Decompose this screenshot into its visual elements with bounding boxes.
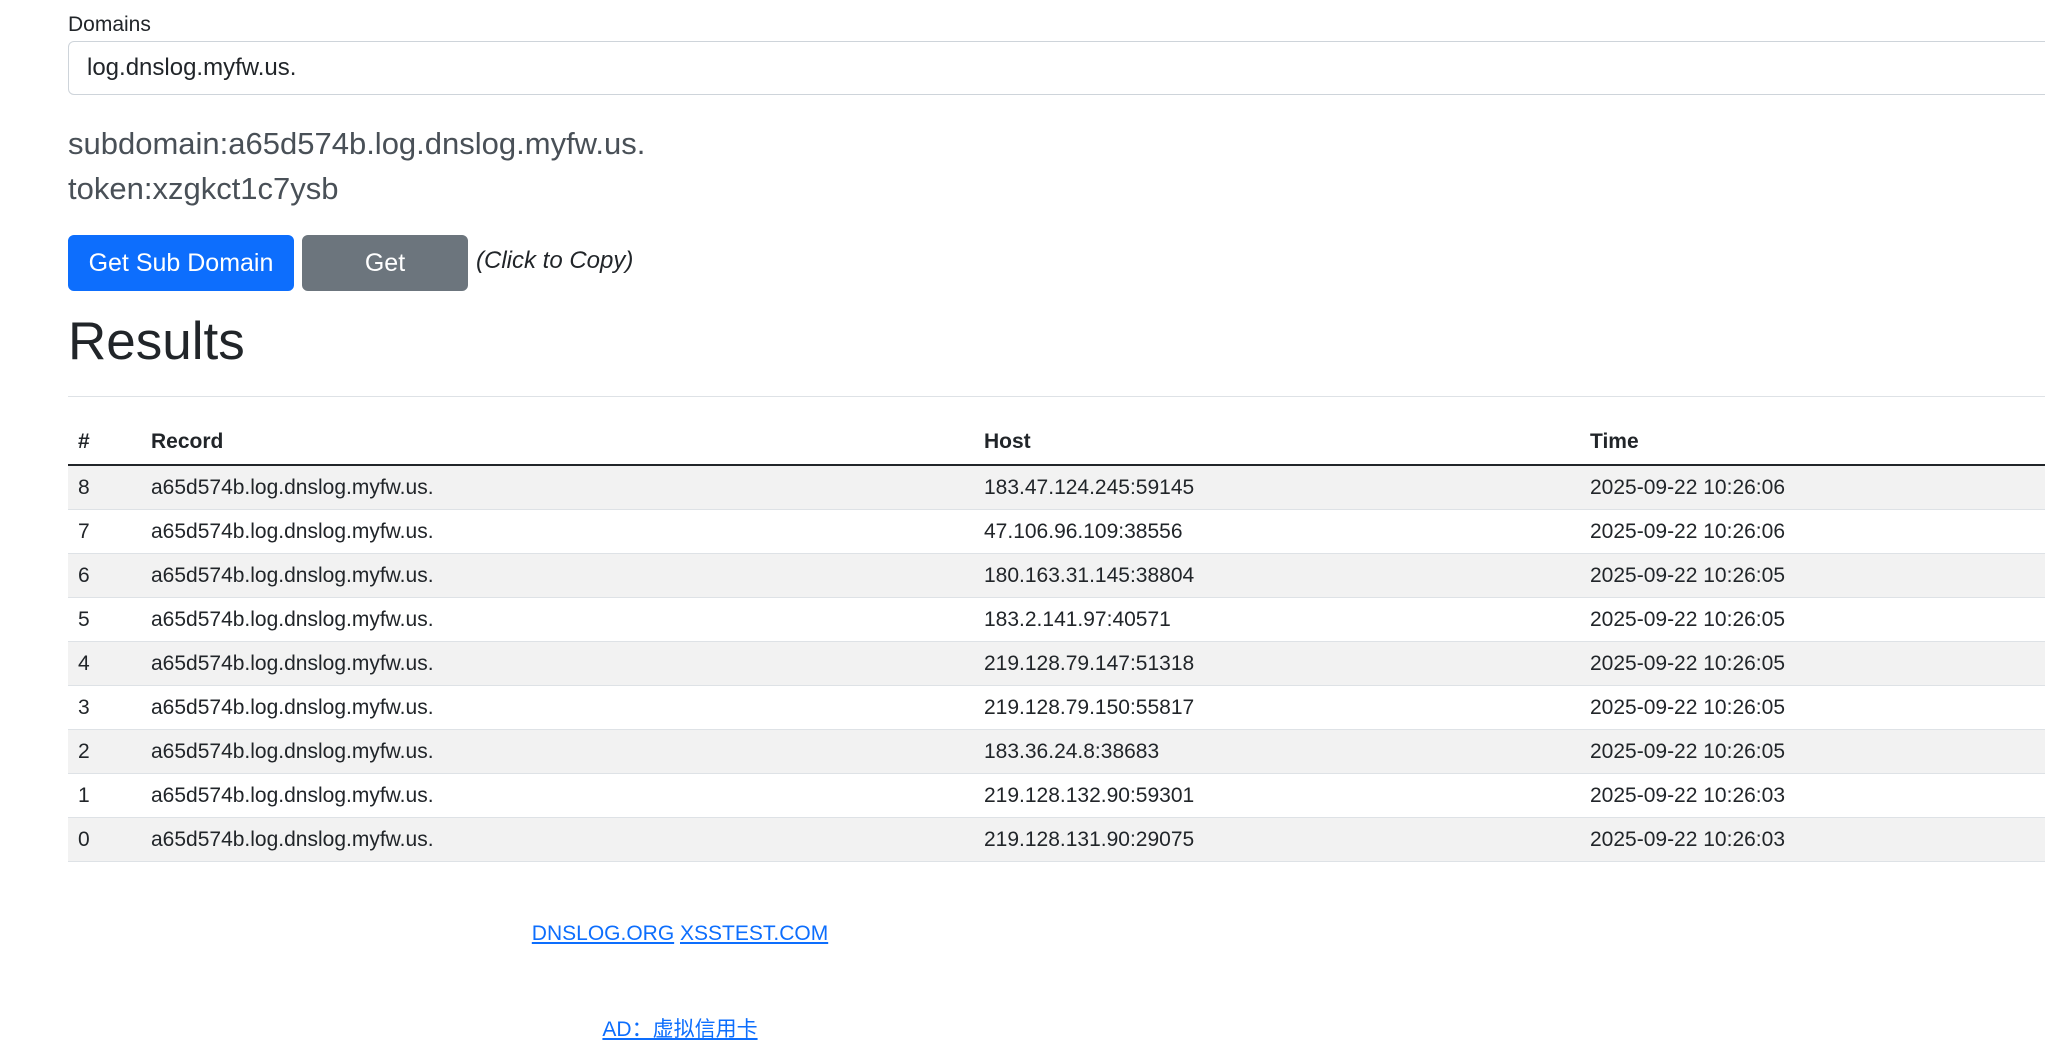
column-header-time: Time <box>1580 420 2045 466</box>
cell-host: 219.128.79.147:51318 <box>974 641 1580 686</box>
cell-host: 183.2.141.97:40571 <box>974 597 1580 642</box>
results-title: Results <box>68 312 245 371</box>
table-row: 0 a65d574b.log.dnslog.myfw.us. 219.128.131… <box>68 817 2045 862</box>
cell-time: 2025-09-22 10:26:05 <box>1580 641 2045 686</box>
table-row: 6 a65d574b.log.dnslog.myfw.us. 180.163.31.… <box>68 553 2045 598</box>
cell-record: a65d574b.log.dnslog.myfw.us. <box>141 597 974 642</box>
cell-host: 219.128.132.90:59301 <box>974 773 1580 818</box>
cell-host: 183.36.24.8:38683 <box>974 729 1580 774</box>
cell-time: 2025-09-22 10:26:06 <box>1580 509 2045 554</box>
cell-index: 0 <box>68 817 141 862</box>
cell-record: a65d574b.log.dnslog.myfw.us. <box>141 685 974 730</box>
copy-hint: (Click to Copy) <box>476 247 634 274</box>
column-header-host: Host <box>974 420 1580 466</box>
get-sub-domain-button[interactable]: Get Sub Domain <box>68 235 294 291</box>
table-row: 7 a65d574b.log.dnslog.myfw.us. 47.106.96.1… <box>68 509 2045 554</box>
cell-index: 6 <box>68 553 141 598</box>
cell-index: 7 <box>68 509 141 554</box>
ad-link[interactable]: AD：虚拟信用卡 <box>602 1018 757 1041</box>
results-body: 8 a65d574b.log.dnslog.myfw.us. 183.47.124.… <box>68 465 2045 862</box>
divider <box>68 396 2045 397</box>
table-row: 1 a65d574b.log.dnslog.myfw.us. 219.128.132… <box>68 773 2045 818</box>
cell-time: 2025-09-22 10:26:03 <box>1580 773 2045 818</box>
cell-host: 219.128.79.150:55817 <box>974 685 1580 730</box>
cell-record: a65d574b.log.dnslog.myfw.us. <box>141 509 974 554</box>
cell-index: 5 <box>68 597 141 642</box>
cell-index: 2 <box>68 729 141 774</box>
domains-input[interactable] <box>68 41 2045 95</box>
results-table: # Record Host Time 8 a65d574b.log.dnslog.… <box>68 420 2045 862</box>
table-row: 5 a65d574b.log.dnslog.myfw.us. 183.2.141.9… <box>68 597 2045 642</box>
table-row: 4 a65d574b.log.dnslog.myfw.us. 219.128.79.… <box>68 641 2045 686</box>
table-row: 8 a65d574b.log.dnslog.myfw.us. 183.47.124.… <box>68 465 2045 510</box>
cell-index: 1 <box>68 773 141 818</box>
subdomain-text[interactable]: subdomain:a65d574b.log.dnslog.myfw.us. <box>68 124 645 164</box>
cell-record: a65d574b.log.dnslog.myfw.us. <box>141 729 974 774</box>
cell-host: 47.106.96.109:38556 <box>974 509 1580 554</box>
cell-time: 2025-09-22 10:26:05 <box>1580 729 2045 774</box>
table-row: 2 a65d574b.log.dnslog.myfw.us. 183.36.24.8… <box>68 729 2045 774</box>
get-results-button[interactable]: Get Results <box>302 235 468 331</box>
ad-links: AD：虚拟信用卡 <box>0 1013 2045 1043</box>
cell-time: 2025-09-22 10:26:06 <box>1580 465 2045 510</box>
cell-index: 4 <box>68 641 141 686</box>
dnslog-org-link[interactable]: DNSLOG.ORG <box>532 922 674 945</box>
footer-links: DNSLOG.ORG XSSTEST.COM <box>0 922 2045 946</box>
column-header-index: # <box>68 420 141 466</box>
table-header-row: # Record Host Time <box>68 420 2045 466</box>
cell-record: a65d574b.log.dnslog.myfw.us. <box>141 817 974 862</box>
cell-time: 2025-09-22 10:26:05 <box>1580 553 2045 598</box>
cell-record: a65d574b.log.dnslog.myfw.us. <box>141 465 974 510</box>
cell-index: 8 <box>68 465 141 510</box>
xsstest-com-link[interactable]: XSSTEST.COM <box>680 922 828 945</box>
cell-host: 219.128.131.90:29075 <box>974 817 1580 862</box>
cell-time: 2025-09-22 10:26:05 <box>1580 685 2045 730</box>
domains-label: Domains <box>68 13 151 36</box>
cell-index: 3 <box>68 685 141 730</box>
cell-record: a65d574b.log.dnslog.myfw.us. <box>141 553 974 598</box>
cell-host: 180.163.31.145:38804 <box>974 553 1580 598</box>
cell-host: 183.47.124.245:59145 <box>974 465 1580 510</box>
table-row: 3 a65d574b.log.dnslog.myfw.us. 219.128.79.… <box>68 685 2045 730</box>
column-header-record: Record <box>141 420 974 466</box>
cell-time: 2025-09-22 10:26:03 <box>1580 817 2045 862</box>
token-text[interactable]: token:xzgkct1c7ysb <box>68 169 339 209</box>
cell-time: 2025-09-22 10:26:05 <box>1580 597 2045 642</box>
cell-record: a65d574b.log.dnslog.myfw.us. <box>141 773 974 818</box>
cell-record: a65d574b.log.dnslog.myfw.us. <box>141 641 974 686</box>
